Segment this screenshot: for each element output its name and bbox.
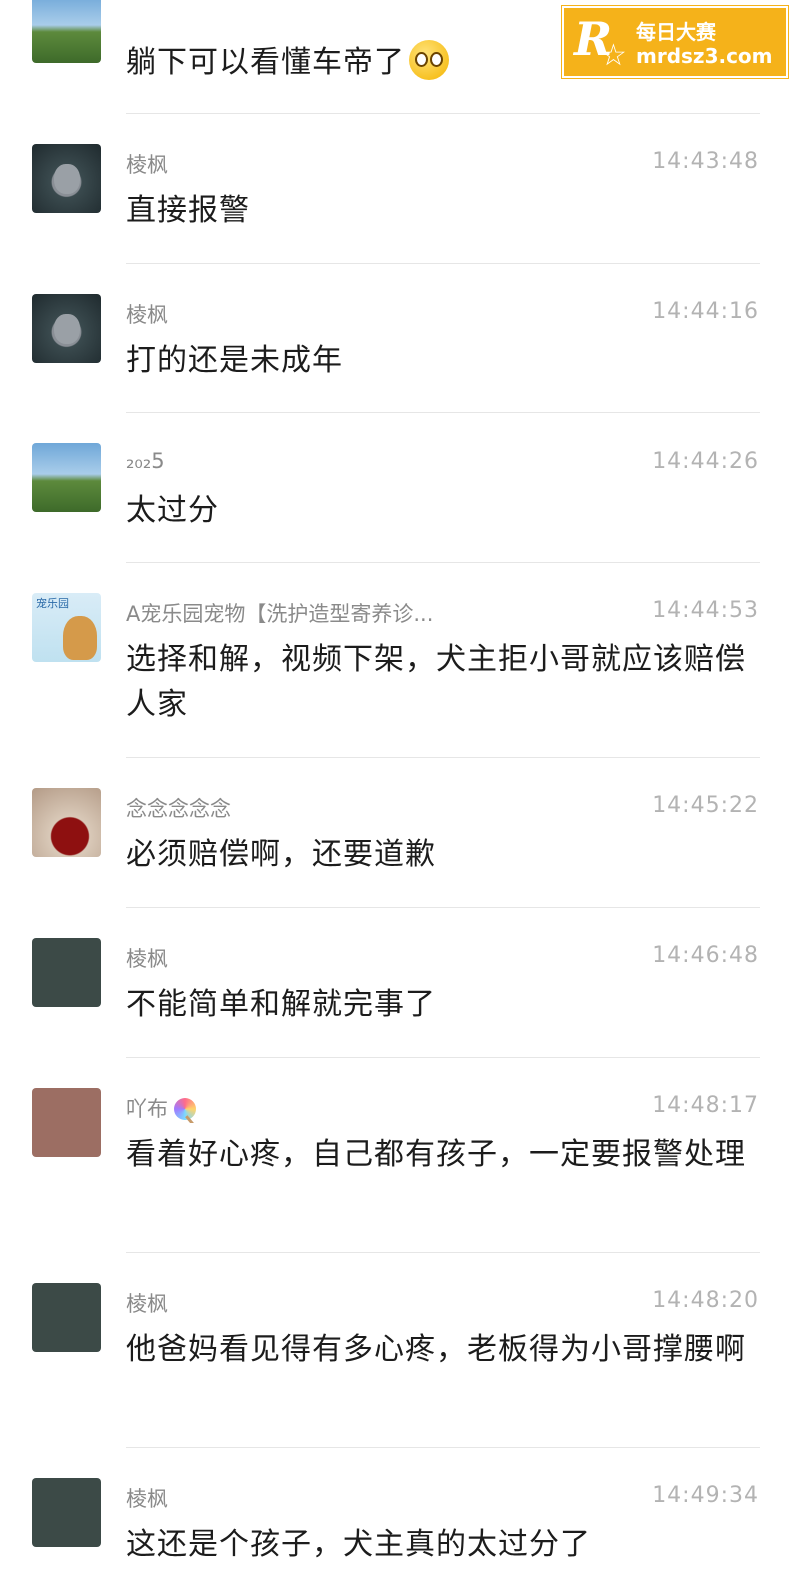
user-avatar[interactable] xyxy=(32,788,101,857)
sender-name[interactable]: 棱枫 xyxy=(126,1483,168,1513)
user-avatar[interactable] xyxy=(32,938,101,1007)
divider xyxy=(126,757,760,758)
user-avatar[interactable] xyxy=(32,144,101,213)
message-text: 必须赔偿啊，还要道歉 xyxy=(126,837,436,872)
message-time: 14:45:22 xyxy=(652,793,759,818)
message-text: 这还是个孩子，犬主真的太过分了 xyxy=(126,1527,591,1562)
message-text: 不能简单和解就完事了 xyxy=(126,987,436,1022)
avatar-label: 宠乐园 xyxy=(36,597,69,610)
user-avatar[interactable] xyxy=(32,1283,101,1352)
user-avatar[interactable] xyxy=(32,1478,101,1547)
lollipop-icon xyxy=(174,1098,196,1120)
message-time: 14:44:53 xyxy=(652,598,759,623)
message-text: 打的还是未成年 xyxy=(126,343,343,378)
divider xyxy=(126,1057,760,1058)
message-text: 他爸妈看见得有多心疼，老板得为小哥撑腰啊 xyxy=(126,1332,746,1367)
message-text: 太过分 xyxy=(126,493,219,528)
user-avatar[interactable] xyxy=(32,1088,101,1157)
user-avatar[interactable]: 宠乐园 xyxy=(32,593,101,662)
sender-name[interactable]: 吖布 xyxy=(126,1093,196,1123)
dog-icon xyxy=(63,616,97,660)
watermark-brand-url: mrdsz3.com xyxy=(636,44,773,68)
message-time: 14:44:26 xyxy=(652,449,759,474)
sender-name[interactable]: 棱枫 xyxy=(126,1288,168,1318)
message-text: 看着好心疼，自己都有孩子，一定要报警处理 xyxy=(126,1137,746,1172)
user-avatar[interactable] xyxy=(32,0,101,63)
flushed-face-icon xyxy=(409,40,449,80)
watermark-logo: R ☆ 每日大赛 mrdsz3.com xyxy=(562,6,788,78)
message-time: 14:49:34 xyxy=(652,1483,759,1508)
divider xyxy=(126,1447,760,1448)
divider xyxy=(126,562,760,563)
sender-name[interactable]: ₂₀₂5 xyxy=(126,449,165,473)
star-icon: ☆ xyxy=(600,38,627,73)
message-time: 14:44:16 xyxy=(652,299,759,324)
divider xyxy=(126,412,760,413)
watermark-brand-cn: 每日大赛 xyxy=(636,20,716,44)
message-text: 直接报警 xyxy=(126,193,250,228)
sender-name[interactable]: 棱枫 xyxy=(126,943,168,973)
sender-name[interactable]: A宠乐园宠物【洗护造型寄养诊... xyxy=(126,598,433,628)
message-time: 14:48:20 xyxy=(652,1288,759,1313)
sender-name[interactable]: 棱枫 xyxy=(126,149,168,179)
divider xyxy=(126,1252,760,1253)
user-avatar[interactable] xyxy=(32,294,101,363)
divider xyxy=(126,263,760,264)
message-time: 14:46:48 xyxy=(652,943,759,968)
sender-name[interactable]: 念念念念念 xyxy=(126,793,231,823)
message-time: 14:48:17 xyxy=(652,1093,759,1118)
message-text: 选择和解，视频下架，犬主拒小哥就应该赔偿人家 xyxy=(126,642,746,722)
divider xyxy=(126,907,760,908)
user-avatar[interactable] xyxy=(32,443,101,512)
message-time: 14:43:48 xyxy=(652,149,759,174)
sender-name[interactable]: 棱枫 xyxy=(126,299,168,329)
divider xyxy=(126,113,760,114)
